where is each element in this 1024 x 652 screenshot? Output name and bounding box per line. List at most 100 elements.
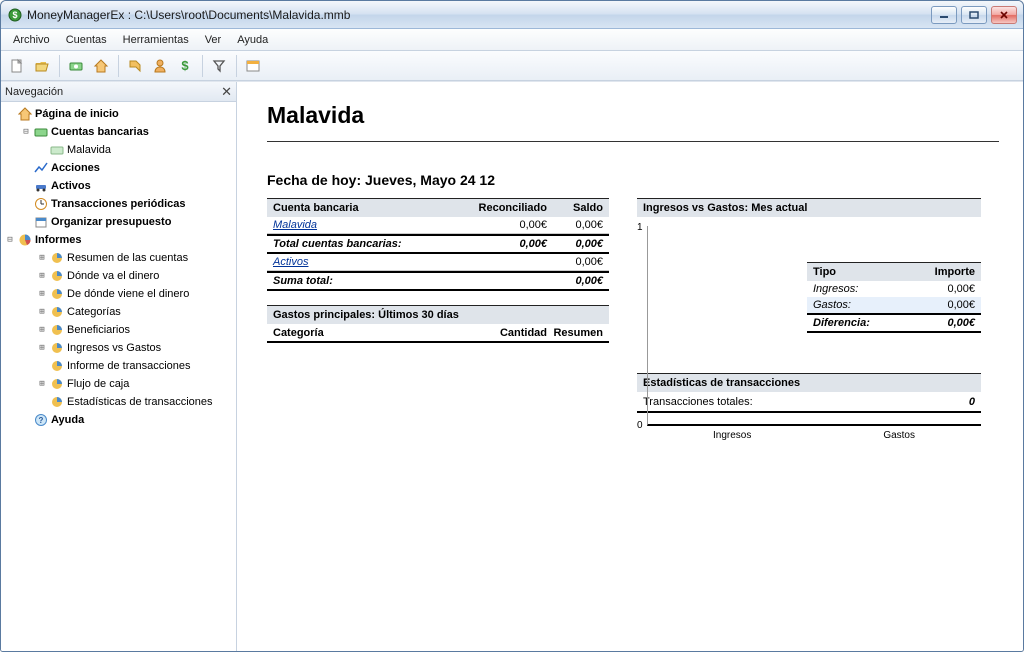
home-icon [17, 106, 33, 122]
nav-help[interactable]: ? Ayuda [3, 411, 234, 429]
expenses-columns: Categoría Cantidad Resumen [267, 325, 609, 343]
expenses-header: Gastos principales: Últimos 30 días [267, 305, 609, 325]
account-link[interactable]: Malavida [273, 219, 317, 231]
filter-icon[interactable] [207, 54, 231, 78]
chart-x-expense: Gastos [883, 430, 915, 441]
nav-account-malavida[interactable]: Malavida [3, 141, 234, 159]
piechart-icon [49, 268, 65, 284]
svg-text:?: ? [39, 416, 44, 425]
navigation-title: Navegación [5, 86, 63, 98]
close-panel-icon[interactable]: ✕ [221, 84, 232, 100]
header-reconciled: Reconciliado [463, 199, 553, 217]
menu-accounts[interactable]: Cuentas [58, 31, 115, 49]
menu-help[interactable]: Ayuda [229, 31, 276, 49]
toolbar: $ [1, 51, 1023, 81]
menu-file[interactable]: Archivo [5, 31, 58, 49]
chart-x-income: Ingresos [713, 430, 751, 441]
car-icon [33, 178, 49, 194]
close-button[interactable] [991, 6, 1017, 24]
app-icon: $ [7, 7, 23, 23]
piechart-icon [49, 322, 65, 338]
assets-row: Activos 0,00€ [267, 252, 609, 271]
income-row: Ingresos: 0,00€ [807, 281, 981, 297]
currency-icon[interactable]: $ [173, 54, 197, 78]
piechart-icon [49, 340, 65, 356]
chart-icon [33, 160, 49, 176]
navigation-tree: Página de inicio ⊟ Cuentas bancarias Mal… [1, 102, 236, 651]
nav-bank-accounts[interactable]: ⊟ Cuentas bancarias [3, 123, 234, 141]
chart-y-min: 0 [637, 420, 643, 431]
expand-icon[interactable]: ⊞ [35, 253, 49, 263]
chart-y-max: 1 [637, 222, 643, 233]
nav-stocks[interactable]: Acciones [3, 159, 234, 177]
expand-icon[interactable]: ⊞ [35, 271, 49, 281]
nav-budget[interactable]: Organizar presupuesto [3, 213, 234, 231]
piechart-icon [49, 304, 65, 320]
nav-report-categories[interactable]: ⊞Categorías [3, 303, 234, 321]
header-account: Cuenta bancaria [267, 199, 463, 217]
menubar: Archivo Cuentas Herramientas Ver Ayuda [1, 29, 1023, 51]
piechart-icon [49, 394, 65, 410]
page-title: Malavida [267, 102, 999, 129]
piechart-icon [49, 250, 65, 266]
nav-assets[interactable]: Activos [3, 177, 234, 195]
expand-icon[interactable]: ⊞ [35, 307, 49, 317]
navigation-panel: Navegación ✕ Página de inicio ⊟ Cuentas … [1, 82, 237, 651]
window-title: MoneyManagerEx : C:\Users\root\Documents… [27, 8, 927, 22]
nav-report-cashflow[interactable]: ⊞Flujo de caja [3, 375, 234, 393]
category-icon[interactable] [123, 54, 147, 78]
piechart-icon [49, 286, 65, 302]
options-icon[interactable] [241, 54, 265, 78]
menu-view[interactable]: Ver [197, 31, 230, 49]
expand-icon[interactable]: ⊞ [35, 379, 49, 389]
app-window: $ MoneyManagerEx : C:\Users\root\Documen… [0, 0, 1024, 652]
nav-report-summary[interactable]: ⊞Resumen de las cuentas [3, 249, 234, 267]
account-icon [49, 142, 65, 158]
menu-tools[interactable]: Herramientas [115, 31, 197, 49]
new-account-icon[interactable] [64, 54, 88, 78]
piechart-icon [49, 358, 65, 374]
income-vs-expense-header: Ingresos vs Gastos: Mes actual [637, 198, 981, 218]
clock-icon [33, 196, 49, 212]
calendar-icon [33, 214, 49, 230]
maximize-button[interactable] [961, 6, 987, 24]
account-reconciled: 0,00€ [457, 219, 547, 231]
nav-recurring[interactable]: Transacciones periódicas [3, 195, 234, 213]
toolbar-separator [202, 55, 203, 77]
income-expense-table: Tipo Importe Ingresos: 0,00€ Gastos: 0,0… [807, 262, 981, 333]
nav-report-wheremoney[interactable]: ⊞Dónde va el dinero [3, 267, 234, 285]
home-icon[interactable] [89, 54, 113, 78]
expand-icon[interactable]: ⊞ [35, 343, 49, 353]
money-icon [33, 124, 49, 140]
payee-icon[interactable] [148, 54, 172, 78]
sum-row: Suma total: 0,00€ [267, 271, 609, 291]
svg-text:$: $ [12, 10, 17, 20]
today-date: Fecha de hoy: Jueves, Mayo 24 12 [267, 172, 999, 188]
minimize-button[interactable] [931, 6, 957, 24]
accounts-total-row: Total cuentas bancarias: 0,00€ 0,00€ [267, 234, 609, 252]
assets-link[interactable]: Activos [273, 256, 308, 268]
new-file-icon[interactable] [5, 54, 29, 78]
open-file-icon[interactable] [30, 54, 54, 78]
toolbar-separator [59, 55, 60, 77]
piechart-icon [17, 232, 33, 248]
nav-report-incvsexp[interactable]: ⊞Ingresos vs Gastos [3, 339, 234, 357]
toolbar-separator [118, 55, 119, 77]
piechart-icon [49, 376, 65, 392]
svg-text:$: $ [181, 58, 189, 73]
nav-report-payees[interactable]: ⊞Beneficiarios [3, 321, 234, 339]
help-icon: ? [33, 412, 49, 428]
toolbar-separator [236, 55, 237, 77]
nav-home[interactable]: Página de inicio [3, 105, 234, 123]
collapse-icon[interactable]: ⊟ [19, 127, 33, 137]
nav-reports[interactable]: ⊟ Informes [3, 231, 234, 249]
navigation-header[interactable]: Navegación ✕ [1, 82, 236, 102]
nav-report-txn[interactable]: Informe de transacciones [3, 357, 234, 375]
titlebar[interactable]: $ MoneyManagerEx : C:\Users\root\Documen… [1, 1, 1023, 29]
account-balance: 0,00€ [547, 219, 603, 231]
collapse-icon[interactable]: ⊟ [3, 235, 17, 245]
expand-icon[interactable]: ⊞ [35, 325, 49, 335]
nav-report-wherecomes[interactable]: ⊞De dónde viene el dinero [3, 285, 234, 303]
nav-report-txnstats[interactable]: Estadísticas de transacciones [3, 393, 234, 411]
expand-icon[interactable]: ⊞ [35, 289, 49, 299]
